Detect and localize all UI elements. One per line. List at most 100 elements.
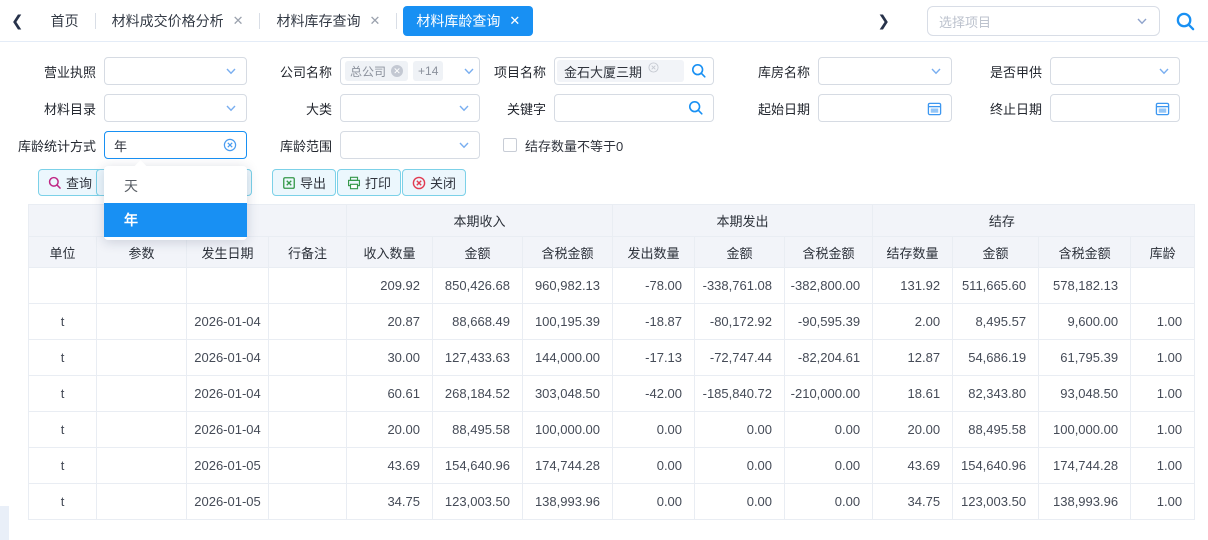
table-cell[interactable]: 578,182.13 — [1039, 268, 1131, 304]
table-cell[interactable]: -185,840.72 — [695, 376, 785, 412]
global-search-icon[interactable] — [1175, 11, 1196, 32]
table-cell[interactable]: 43.69 — [347, 448, 433, 484]
keyword-input[interactable] — [554, 94, 714, 122]
table-row[interactable]: t2026-01-0420.0088,495.58100,000.000.000… — [29, 412, 1195, 448]
table-cell[interactable]: t — [29, 376, 97, 412]
table-row[interactable]: t2026-01-0420.8788,668.49100,195.39-18.8… — [29, 304, 1195, 340]
table-cell[interactable]: 154,640.96 — [433, 448, 523, 484]
table-cell[interactable]: -72,747.44 — [695, 340, 785, 376]
table-cell[interactable]: 20.87 — [347, 304, 433, 340]
table-cell[interactable]: -42.00 — [613, 376, 695, 412]
project-select[interactable]: 选择项目 — [927, 6, 1160, 36]
age-range-select[interactable] — [340, 131, 480, 159]
table-cell[interactable]: -18.87 — [613, 304, 695, 340]
table-cell[interactable]: 174,744.28 — [523, 448, 613, 484]
table-cell[interactable]: 144,000.00 — [523, 340, 613, 376]
table-cell[interactable]: 34.75 — [873, 484, 953, 520]
table-cell[interactable]: t — [29, 340, 97, 376]
table-cell[interactable] — [269, 484, 347, 520]
table-cell[interactable]: 0.00 — [613, 412, 695, 448]
table-cell[interactable]: 123,003.50 — [953, 484, 1039, 520]
table-cell[interactable]: 1.00 — [1131, 376, 1195, 412]
start-date-input[interactable] — [818, 94, 952, 122]
table-cell[interactable]: 268,184.52 — [433, 376, 523, 412]
table-cell[interactable] — [29, 268, 97, 304]
table-cell[interactable]: 100,195.39 — [523, 304, 613, 340]
table-cell[interactable]: 138,993.96 — [523, 484, 613, 520]
table-cell[interactable]: 123,003.50 — [433, 484, 523, 520]
table-cell[interactable]: 2026-01-04 — [187, 340, 269, 376]
table-cell[interactable]: 8,495.57 — [953, 304, 1039, 340]
table-cell[interactable]: 12.87 — [873, 340, 953, 376]
table-cell[interactable]: -382,800.00 — [785, 268, 873, 304]
table-cell[interactable]: 88,495.58 — [953, 412, 1039, 448]
table-cell[interactable]: 0.00 — [695, 448, 785, 484]
table-cell[interactable]: 88,668.49 — [433, 304, 523, 340]
table-cell[interactable]: 0.00 — [695, 412, 785, 448]
table-cell[interactable]: 34.75 — [347, 484, 433, 520]
table-cell[interactable]: -210,000.00 — [785, 376, 873, 412]
tabs-scroll-left-icon[interactable]: ❮ — [0, 12, 35, 30]
tab-home[interactable]: 首页 — [35, 11, 95, 31]
tab-close-icon[interactable]: ✕ — [509, 14, 520, 27]
dropdown-option-year-selected[interactable]: 年 — [104, 203, 247, 237]
table-cell[interactable]: 1.00 — [1131, 412, 1195, 448]
table-cell[interactable]: 2026-01-04 — [187, 376, 269, 412]
table-cell[interactable]: 82,343.80 — [953, 376, 1039, 412]
tab-close-icon[interactable]: ✕ — [233, 14, 244, 27]
table-cell[interactable]: 93,048.50 — [1039, 376, 1131, 412]
material-catalog-select[interactable] — [104, 94, 247, 122]
table-cell[interactable]: t — [29, 448, 97, 484]
table-cell[interactable]: 20.00 — [873, 412, 953, 448]
table-cell[interactable]: 30.00 — [347, 340, 433, 376]
table-cell[interactable] — [1131, 268, 1195, 304]
table-cell[interactable]: 511,665.60 — [953, 268, 1039, 304]
table-cell[interactable] — [97, 484, 187, 520]
table-cell[interactable]: 18.61 — [873, 376, 953, 412]
table-cell[interactable]: 138,993.96 — [1039, 484, 1131, 520]
owner-supplied-select[interactable] — [1050, 57, 1180, 85]
table-cell[interactable] — [97, 448, 187, 484]
table-row[interactable]: t2026-01-0543.69154,640.96174,744.280.00… — [29, 448, 1195, 484]
table-cell[interactable] — [97, 304, 187, 340]
table-cell[interactable]: 131.92 — [873, 268, 953, 304]
table-cell[interactable]: -338,761.08 — [695, 268, 785, 304]
tag-close-icon[interactable]: ✕ — [391, 65, 403, 77]
table-cell[interactable] — [97, 412, 187, 448]
tab-close-icon[interactable]: ✕ — [369, 14, 380, 27]
table-cell[interactable]: 303,048.50 — [523, 376, 613, 412]
tab-material-age-query-active[interactable]: 材料库龄查询 ✕ — [403, 6, 533, 36]
table-row[interactable]: t2026-01-0460.61268,184.52303,048.50-42.… — [29, 376, 1195, 412]
table-cell[interactable]: 2026-01-05 — [187, 448, 269, 484]
table-cell[interactable]: 88,495.58 — [433, 412, 523, 448]
business-license-select[interactable] — [104, 57, 247, 85]
table-cell[interactable]: t — [29, 304, 97, 340]
table-cell[interactable] — [187, 268, 269, 304]
table-cell[interactable]: 0.00 — [613, 484, 695, 520]
table-cell[interactable] — [97, 340, 187, 376]
table-cell[interactable]: 0.00 — [695, 484, 785, 520]
table-cell[interactable]: t — [29, 412, 97, 448]
nonzero-balance-checkbox[interactable] — [503, 138, 517, 152]
table-cell[interactable]: 154,640.96 — [953, 448, 1039, 484]
tab-material-stock-query[interactable]: 材料库存查询 ✕ — [260, 11, 396, 31]
clear-icon[interactable] — [648, 62, 659, 73]
close-button[interactable]: 关闭 — [402, 169, 466, 196]
table-cell[interactable]: 100,000.00 — [523, 412, 613, 448]
table-cell[interactable]: -17.13 — [613, 340, 695, 376]
table-cell[interactable]: 2026-01-05 — [187, 484, 269, 520]
table-cell[interactable]: 850,426.68 — [433, 268, 523, 304]
table-cell[interactable]: 0.00 — [613, 448, 695, 484]
search-icon[interactable] — [691, 63, 707, 79]
table-cell[interactable] — [269, 448, 347, 484]
table-row[interactable]: 209.92850,426.68960,982.13-78.00-338,761… — [29, 268, 1195, 304]
table-cell[interactable]: 100,000.00 — [1039, 412, 1131, 448]
table-cell[interactable] — [269, 304, 347, 340]
project-name-input[interactable]: 金石大厦三期 — [554, 57, 714, 85]
table-cell[interactable]: 1.00 — [1131, 484, 1195, 520]
search-icon[interactable] — [688, 100, 704, 116]
table-cell[interactable]: 2026-01-04 — [187, 412, 269, 448]
table-cell[interactable] — [269, 412, 347, 448]
table-cell[interactable]: -80,172.92 — [695, 304, 785, 340]
query-button[interactable]: 查询 — [38, 169, 102, 196]
